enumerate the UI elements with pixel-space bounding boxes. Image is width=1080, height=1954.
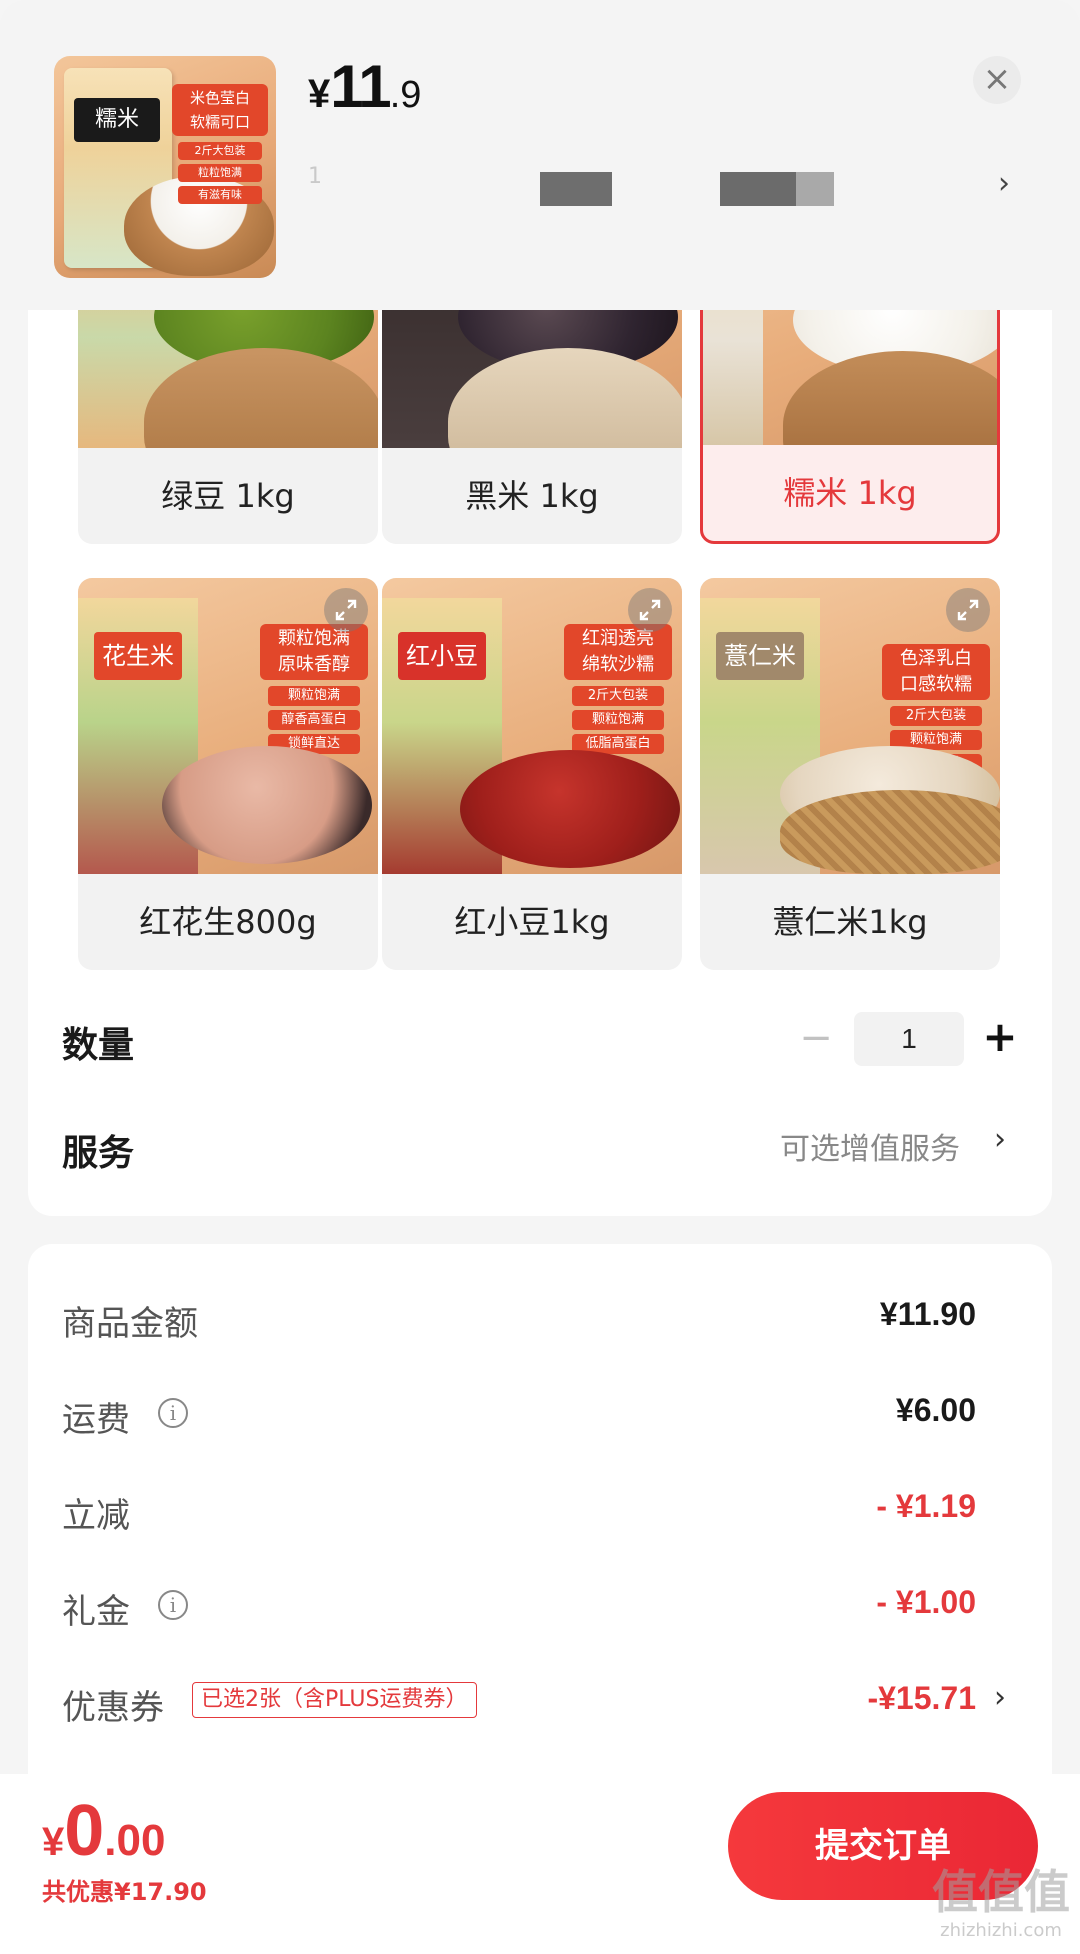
option-image: 花生米 颗粒饱满 原味香醇 颗粒饱满 醇香高蛋白 锁鲜直达 <box>78 578 378 874</box>
chevron-right-icon: › <box>994 1122 1006 1157</box>
option-label: 红花生800g <box>139 903 317 941</box>
total-discount-text: 共优惠¥17.90 <box>42 1878 207 1906</box>
selected-spec-row[interactable]: 1 › <box>308 160 1028 220</box>
instant-discount-label: 立减 <box>62 1496 130 1536</box>
package-tag: 颗粒饱满 原味香醇 <box>260 624 368 680</box>
package-title: 花生米 <box>94 632 182 680</box>
redacted-block <box>720 172 796 206</box>
option-red-bean[interactable]: 红小豆 红润透亮 绵软沙糯 2斤大包装 颗粒饱满 低脂高蛋白 红小豆1kg <box>382 578 682 970</box>
package-title: 薏仁米 <box>716 632 804 680</box>
shipping-label: 运费 <box>62 1400 130 1440</box>
coupon-label: 优惠券 <box>62 1688 164 1728</box>
price-integer: 11 <box>330 53 391 120</box>
watermark: 值值值 zhizhizhi.com <box>926 1864 1076 1950</box>
spec-partial-text: 1 <box>308 164 322 189</box>
unit-price: ¥11.9 <box>308 52 421 122</box>
package-sub-tag: 2斤大包装 <box>178 142 262 160</box>
package-sub-tag: 颗粒饱满 <box>268 686 360 706</box>
quantity-decrease-button[interactable]: − <box>788 1018 844 1062</box>
package-sub-tag: 醇香高蛋白 <box>268 710 360 730</box>
package-sub-tag: 有滋有味 <box>178 186 262 204</box>
package-sub-tag: 颗粒饱满 <box>572 710 664 730</box>
plus-icon: + <box>982 1012 1018 1061</box>
option-coix-seed[interactable]: 薏仁米 色泽乳白 口感软糯 2斤大包装 颗粒饱满 锁鲜直达 薏仁米1kg <box>700 578 1000 970</box>
option-label: 黑米 1kg <box>465 477 599 515</box>
minus-icon: − <box>799 1015 833 1061</box>
quantity-input[interactable]: 1 <box>854 1012 964 1066</box>
total-decimal: .00 <box>104 1816 166 1865</box>
goods-amount-value: ¥11.90 <box>879 1296 976 1332</box>
gift-money-value: - ¥1.00 <box>876 1584 976 1620</box>
package-tag: 红润透亮 绵软沙糯 <box>564 624 672 680</box>
service-label: 服务 <box>62 1133 135 1174</box>
option-label: 绿豆 1kg <box>161 477 295 515</box>
package-sub-tag: 2斤大包装 <box>572 686 664 706</box>
total-currency: ¥ <box>42 1820 65 1864</box>
option-image: 薏仁米 色泽乳白 口感软糯 2斤大包装 颗粒饱满 锁鲜直达 <box>700 578 1000 874</box>
close-button[interactable]: × <box>973 56 1021 104</box>
package-title: 糯米 <box>74 98 160 142</box>
chevron-right-icon: › <box>998 166 1010 201</box>
option-label: 薏仁米1kg <box>772 903 928 941</box>
package-tag: 米色莹白 软糯可口 <box>172 84 268 136</box>
quantity-label: 数量 <box>62 1025 135 1066</box>
chevron-right-icon[interactable]: › <box>994 1680 1006 1715</box>
instant-discount-value: - ¥1.19 <box>876 1488 976 1524</box>
price-decimal: .9 <box>389 74 422 116</box>
close-icon: × <box>982 59 1012 99</box>
watermark-url: zhizhizhi.com <box>940 1920 1062 1941</box>
option-red-peanut[interactable]: 花生米 颗粒饱满 原味香醇 颗粒饱满 醇香高蛋白 锁鲜直达 红花生800g <box>78 578 378 970</box>
package-tag: 色泽乳白 口感软糯 <box>882 644 990 700</box>
redacted-block <box>796 172 834 206</box>
quantity-increase-button[interactable]: + <box>976 1012 1024 1066</box>
info-icon[interactable]: i <box>158 1590 188 1620</box>
total-integer: 0 <box>64 1791 105 1871</box>
product-thumbnail[interactable]: 糯米 米色莹白 软糯可口 2斤大包装 粒粒饱满 有滋有味 <box>54 56 276 278</box>
total-price: ¥0.00 <box>42 1790 165 1872</box>
coupon-value[interactable]: -¥15.71 <box>867 1680 976 1717</box>
price-currency: ¥ <box>308 72 331 116</box>
package-title: 红小豆 <box>398 632 486 680</box>
expand-icon[interactable] <box>324 588 368 632</box>
option-label: 糯米 1kg <box>783 474 917 512</box>
info-icon[interactable]: i <box>158 1398 188 1428</box>
redacted-block <box>540 172 612 206</box>
option-image: 红小豆 红润透亮 绵软沙糯 2斤大包装 颗粒饱满 低脂高蛋白 <box>382 578 682 874</box>
shipping-value: ¥6.00 <box>895 1392 976 1428</box>
service-text: 可选增值服务 <box>780 1132 960 1167</box>
option-label: 红小豆1kg <box>454 903 610 941</box>
watermark-logo-text: 值值值 <box>932 1865 1070 1919</box>
gift-money-label: 礼金 <box>62 1592 130 1632</box>
goods-amount-label: 商品金额 <box>62 1304 198 1344</box>
sku-header: 糯米 米色莹白 软糯可口 2斤大包装 粒粒饱满 有滋有味 ¥11.9 × 1 › <box>0 0 1080 310</box>
coupon-selected-tag[interactable]: 已选2张（含PLUS运费券） <box>192 1682 477 1718</box>
expand-icon[interactable] <box>628 588 672 632</box>
expand-icon[interactable] <box>946 588 990 632</box>
package-sub-tag: 粒粒饱满 <box>178 164 262 182</box>
package-sub-tag: 2斤大包装 <box>890 706 982 726</box>
